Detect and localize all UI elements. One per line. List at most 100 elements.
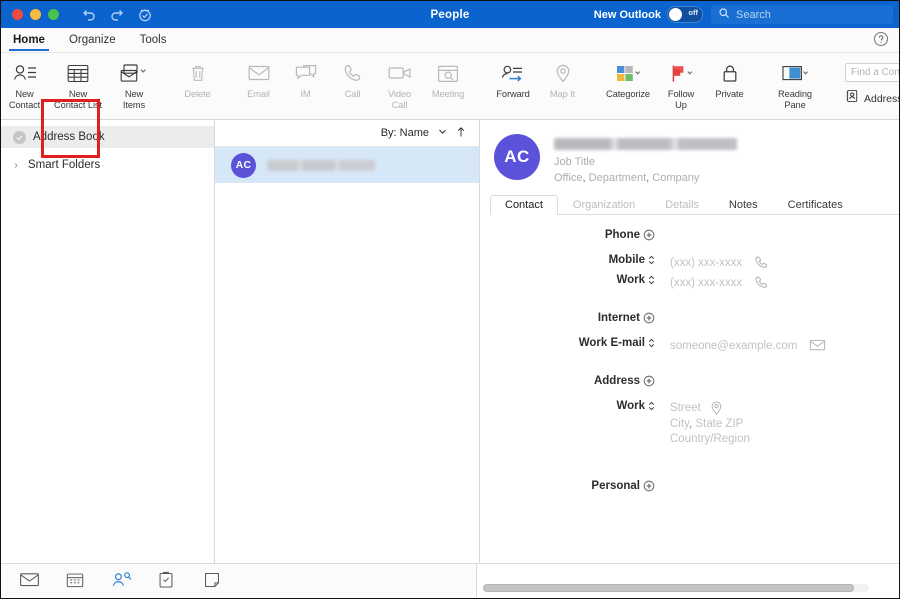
find-contact-placeholder: Find a Contact [851, 67, 900, 78]
plus-circle-icon[interactable] [643, 229, 655, 241]
new-outlook-toggle-group[interactable]: New Outlook off [594, 6, 703, 23]
new-outlook-toggle[interactable]: off [667, 6, 703, 23]
new-contact-list-label: NewContact List [54, 89, 102, 110]
phone-icon[interactable] [754, 255, 769, 270]
zip-placeholder: ZIP [725, 418, 743, 430]
mobile-label: Mobile [609, 254, 645, 266]
ribbon-group-view: ReadingPane [767, 55, 823, 117]
detail-tab-certificates[interactable]: Certificates [773, 195, 858, 214]
video-call-button[interactable]: VideoCall [376, 55, 423, 118]
company-label: Company [652, 172, 699, 184]
module-calendar-icon[interactable] [65, 571, 85, 591]
new-contact-icon [12, 60, 38, 86]
tab-organize[interactable]: Organize [67, 31, 118, 50]
work-phone-value[interactable]: (xxx) xxx-xxxx [661, 274, 769, 291]
follow-up-button[interactable]: FollowUp [656, 55, 706, 118]
address-city-line[interactable]: City, State ZIP [670, 418, 750, 430]
delete-button[interactable]: Delete [174, 55, 221, 118]
window-controls[interactable] [1, 9, 59, 20]
sort-by-label[interactable]: By: Name [381, 127, 429, 139]
meeting-button[interactable]: Meeting [423, 55, 473, 118]
meeting-label: Meeting [432, 89, 464, 100]
country-placeholder[interactable]: Country/Region [670, 433, 750, 445]
module-switcher [1, 563, 477, 597]
detail-tab-details[interactable]: Details [650, 195, 714, 214]
sidebar-item-label: Address Book [33, 131, 105, 143]
envelope-icon[interactable] [809, 338, 824, 353]
updown-stepper-icon[interactable] [648, 254, 655, 266]
redo-icon[interactable] [109, 7, 125, 23]
tab-tools[interactable]: Tools [138, 31, 169, 50]
work-email-value[interactable]: someone@example.com [661, 337, 824, 354]
list-sort-header: By: Name [215, 120, 479, 147]
plus-circle-icon[interactable] [643, 480, 655, 492]
reading-pane-button[interactable]: ReadingPane [767, 55, 823, 118]
map-pin-icon [553, 60, 573, 86]
module-mail-icon[interactable] [19, 571, 39, 591]
ribbon-group-forward: Forward Map It [487, 55, 586, 117]
mobile-label-wrap: Mobile [480, 254, 661, 266]
im-button[interactable]: IM [282, 55, 329, 118]
internet-section-label: Internet [598, 312, 640, 324]
new-contact-label: NewContact [9, 89, 40, 110]
private-button[interactable]: Private [706, 55, 753, 118]
detail-tab-contact[interactable]: Contact [490, 195, 558, 215]
phone-icon[interactable] [754, 275, 769, 290]
personal-section-label-wrap: Personal [480, 480, 661, 492]
new-items-label: NewItems [123, 89, 145, 110]
chevron-down-icon[interactable] [438, 127, 447, 139]
updown-stepper-icon[interactable] [648, 400, 655, 412]
reading-pane-label: ReadingPane [778, 89, 812, 110]
help-circle-icon[interactable] [873, 31, 889, 47]
categorize-button[interactable]: Categorize [600, 55, 656, 118]
module-people-icon[interactable] [111, 571, 131, 591]
work-address-value[interactable]: Street City, State ZIP [661, 400, 750, 445]
module-notes-icon[interactable] [203, 571, 223, 591]
ribbon-group-new: NewContact NewContact List [1, 55, 160, 117]
search-input[interactable]: Search [711, 5, 893, 24]
new-items-button[interactable]: NewItems [108, 55, 160, 118]
map-it-button[interactable]: Map It [539, 55, 586, 118]
call-button[interactable]: Call [329, 55, 376, 118]
delete-label: Delete [184, 89, 210, 100]
sync-icon[interactable] [137, 7, 153, 23]
chevron-right-icon[interactable]: › [11, 160, 21, 171]
undo-icon[interactable] [81, 7, 97, 23]
scrollbar-thumb[interactable] [483, 584, 854, 592]
new-contact-list-button[interactable]: NewContact List [48, 55, 108, 118]
titlebar-quick-actions [81, 7, 153, 23]
updown-stepper-icon[interactable] [648, 337, 655, 349]
address-street-line[interactable]: Street [670, 400, 750, 415]
maximize-window-button[interactable] [48, 9, 59, 20]
contact-display-name-redacted [554, 138, 737, 150]
address-book-button[interactable]: Address Book [845, 89, 900, 108]
job-title: Job Title [554, 156, 737, 168]
new-contact-button[interactable]: NewContact [1, 55, 48, 118]
sidebar-item-address-book[interactable]: Address Book [1, 126, 214, 148]
minimize-window-button[interactable] [30, 9, 41, 20]
detail-tab-organization[interactable]: Organization [558, 195, 650, 214]
find-contact-input[interactable]: Find a Contact [845, 63, 900, 82]
detail-tab-notes[interactable]: Notes [714, 195, 773, 214]
office-label: Office [554, 172, 583, 184]
forward-label: Forward [496, 89, 529, 100]
org-line: Office, Department, Company [554, 172, 737, 184]
horizontal-scrollbar[interactable] [483, 584, 869, 592]
work-phone-label-wrap: Work [480, 274, 661, 286]
module-tasks-icon[interactable] [157, 571, 177, 591]
contact-header: AC Job Title Office, Department, Company [480, 120, 899, 184]
plus-circle-icon[interactable] [643, 375, 655, 387]
map-pin-icon[interactable] [709, 400, 724, 415]
email-button[interactable]: Email [235, 55, 282, 118]
ribbon-group-tags: Categorize FollowUp [600, 55, 753, 117]
ribbon-group-find: Find a Contact Address Book [837, 55, 900, 108]
tab-home[interactable]: Home [11, 31, 47, 50]
plus-circle-icon[interactable] [643, 312, 655, 324]
forward-button[interactable]: Forward [487, 55, 539, 118]
list-item[interactable]: AC [215, 147, 479, 183]
close-window-button[interactable] [12, 9, 23, 20]
updown-stepper-icon[interactable] [648, 274, 655, 286]
sidebar-item-smart-folders[interactable]: › Smart Folders [1, 154, 214, 176]
mobile-value[interactable]: (xxx) xxx-xxxx [661, 254, 769, 271]
arrow-up-icon[interactable] [456, 126, 466, 141]
